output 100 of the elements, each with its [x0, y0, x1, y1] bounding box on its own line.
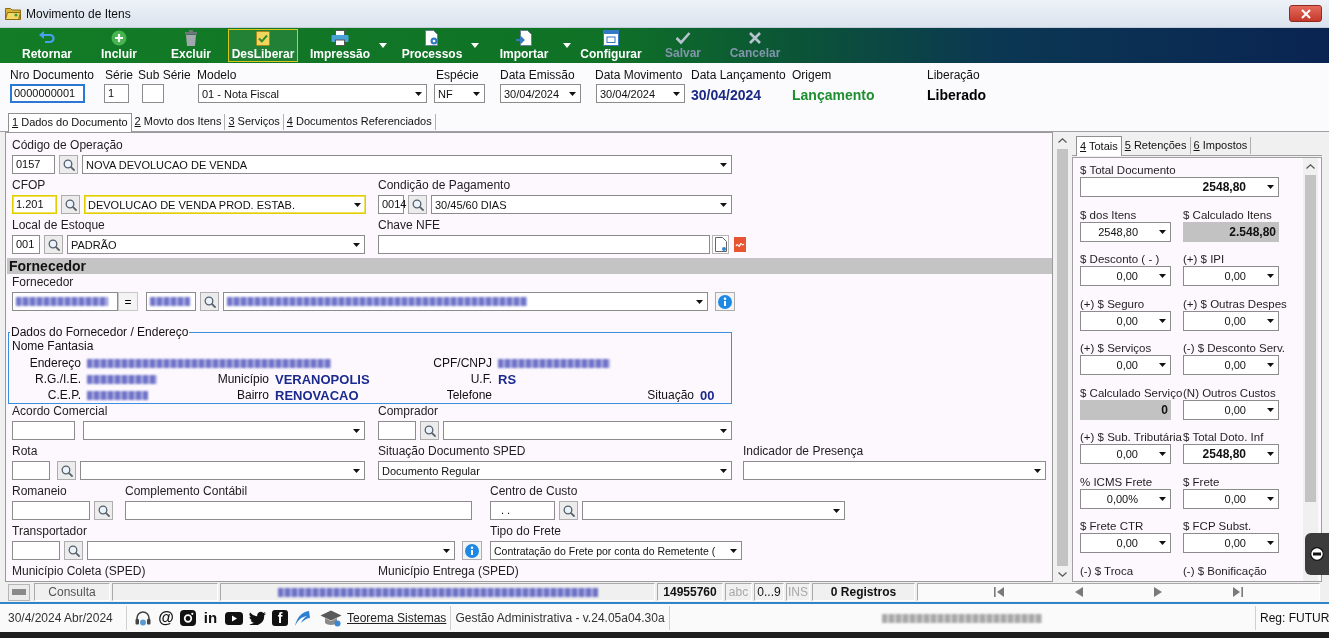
previous-record-icon[interactable]	[1074, 587, 1083, 597]
dropdown-field[interactable]: 0,00	[1080, 310, 1171, 331]
toolbar-button[interactable]: Incluir	[84, 29, 154, 62]
search-button[interactable]	[408, 195, 427, 214]
tab[interactable]: 6 Impostos	[1190, 137, 1252, 154]
dropdown-field[interactable]: Contratação do Frete por conta do Remetente (	[490, 541, 742, 560]
scroll-up-icon[interactable]	[1306, 164, 1315, 169]
dropdown-field[interactable]	[80, 461, 365, 480]
panel-button[interactable]	[8, 583, 30, 601]
tab[interactable]: 5 Retenções	[1121, 137, 1191, 154]
input-field[interactable]: 0000000001	[10, 84, 85, 103]
dropdown-field[interactable]: 0,00	[1183, 488, 1279, 509]
tab[interactable]: 2 Movto dos Itens	[131, 114, 226, 130]
input-field[interactable]	[12, 541, 60, 560]
last-record-icon[interactable]	[1233, 587, 1244, 597]
dropdown-field[interactable]: NF	[434, 84, 485, 103]
dropdown-field[interactable]: Documento Regular	[378, 461, 732, 480]
search-button[interactable]	[61, 195, 80, 214]
tab[interactable]: 1 Dados do Documento	[8, 113, 132, 132]
bird-icon[interactable]	[249, 611, 266, 625]
tab[interactable]: 4 Totais	[1076, 136, 1122, 156]
scrollbar-thumb[interactable]	[1057, 149, 1068, 566]
dropdown-field[interactable]: DEVOLUCAO DE VENDA PROD. ESTAB.	[84, 195, 366, 214]
input-field[interactable]: 0014	[378, 195, 404, 214]
input-field[interactable]	[142, 84, 164, 103]
dropdown-field[interactable]: 0,00	[1080, 444, 1171, 464]
dropdown-field[interactable]: 0,00	[1183, 355, 1279, 375]
in-logo-icon[interactable]: in	[202, 610, 219, 626]
dropdown-field[interactable]: 30/04/2024	[500, 84, 581, 103]
dropdown-field[interactable]	[87, 541, 455, 560]
search-button[interactable]	[44, 235, 63, 254]
document-button[interactable]	[712, 235, 729, 254]
search-button[interactable]	[59, 155, 78, 174]
close-button[interactable]	[1289, 5, 1322, 22]
tab[interactable]: 4 Documentos Referenciados	[283, 114, 436, 130]
dropdown-field[interactable]: 0,00	[1080, 533, 1171, 553]
input-field[interactable]	[378, 421, 416, 440]
play-button-icon[interactable]	[225, 611, 243, 625]
dropdown-field[interactable]: 0,00	[1080, 266, 1171, 286]
dropdown-field[interactable]: 2548,80	[1183, 444, 1279, 464]
dropdown-field[interactable]: 30/45/60 DIAS	[431, 195, 732, 214]
search-button[interactable]	[64, 541, 83, 560]
dropdown-field[interactable]	[582, 501, 845, 520]
dropdown-field[interactable]: 30/04/2024	[596, 84, 685, 103]
search-button[interactable]	[200, 292, 219, 311]
input-field[interactable]	[12, 501, 90, 520]
scroll-down-icon[interactable]	[1058, 572, 1067, 577]
toolbar-button[interactable]: Importar	[484, 29, 574, 62]
dropdown-field[interactable]: 0,00	[1183, 533, 1279, 553]
input-field[interactable]	[12, 461, 50, 480]
f-logo-icon[interactable]: f	[272, 610, 288, 626]
equals-button[interactable]: =	[118, 292, 138, 311]
pdf-button[interactable]	[731, 235, 748, 254]
dropdown-field[interactable]: 01 - Nota Fiscal	[198, 84, 427, 103]
dropdown-field[interactable]	[743, 461, 1046, 480]
search-button[interactable]	[94, 501, 113, 520]
toolbar-button[interactable]: Excluir	[156, 29, 226, 62]
scrollbar-thumb[interactable]	[1305, 175, 1316, 502]
toolbar-button[interactable]: Configurar	[576, 29, 646, 62]
dropdown-field[interactable]: NOVA DEVOLUCAO DE VENDA	[82, 155, 732, 174]
input-field[interactable]: 0157	[12, 155, 55, 174]
dropdown-field[interactable]	[443, 421, 732, 440]
input-field[interactable]	[12, 292, 118, 311]
camera-icon[interactable]	[180, 610, 196, 626]
dropdown-field[interactable]: 2548,80	[1080, 177, 1279, 197]
info-button[interactable]	[715, 292, 735, 311]
dropdown-field[interactable]: 0,00	[1183, 399, 1279, 420]
input-field[interactable]	[378, 235, 710, 254]
input-field[interactable]	[12, 421, 75, 440]
at-sign-icon[interactable]: @	[158, 610, 174, 626]
dropdown-field[interactable]: 0,00%	[1080, 488, 1171, 509]
vertical-scrollbar[interactable]	[1303, 158, 1318, 581]
input-field[interactable]: . .	[490, 501, 555, 520]
swoosh-logo-icon[interactable]	[294, 610, 310, 626]
company-link[interactable]: Teorema Sistemas	[347, 611, 447, 625]
toolbar-button[interactable]: Processos	[392, 29, 482, 62]
toolbar-button[interactable]: Impressão	[300, 29, 390, 62]
input-field[interactable]: 001	[12, 235, 40, 254]
input-field[interactable]: 1	[104, 84, 129, 103]
dropdown-field[interactable]: 0,00	[1080, 355, 1171, 375]
toolbar-button[interactable]: Retornar	[12, 29, 82, 62]
dropdown-field[interactable]: PADRÃO	[67, 235, 365, 254]
dropdown-field[interactable]: 2548,80	[1080, 221, 1171, 242]
scroll-up-icon[interactable]	[1058, 138, 1067, 143]
first-record-icon[interactable]	[993, 587, 1004, 597]
headset-icon[interactable]	[134, 609, 152, 627]
tab[interactable]: 3 Serviços	[225, 114, 284, 130]
search-button[interactable]	[559, 501, 578, 520]
info-button[interactable]	[462, 541, 482, 560]
next-record-icon[interactable]	[1154, 587, 1163, 597]
input-field[interactable]: 1.201	[12, 195, 57, 214]
dropdown-field[interactable]: 0,00	[1183, 266, 1279, 286]
input-field[interactable]	[125, 501, 472, 520]
input-field[interactable]	[146, 292, 196, 311]
dropdown-field[interactable]	[83, 421, 365, 440]
search-button[interactable]	[57, 461, 76, 480]
search-button[interactable]	[420, 421, 439, 440]
dropdown-field[interactable]: 0,00	[1183, 310, 1279, 331]
dropdown-field[interactable]	[223, 292, 708, 311]
side-handle[interactable]	[1305, 533, 1329, 575]
